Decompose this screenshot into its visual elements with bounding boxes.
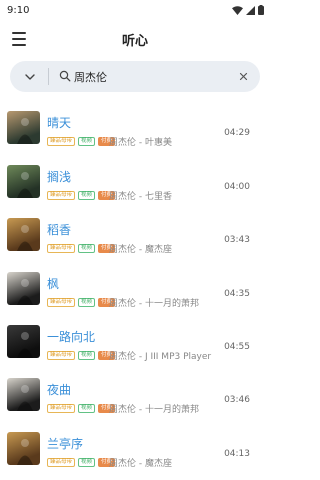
signal-icon: [246, 5, 255, 15]
search-input[interactable]: [74, 66, 224, 87]
video-badge: 视频: [78, 351, 96, 360]
quality-badge: 臻品母带: [47, 404, 76, 413]
song-row[interactable]: 稻香 臻品母带 视频 付费 周杰伦 - 魔杰座 03:43: [0, 218, 270, 270]
song-row[interactable]: 一路向北 臻品母带 视频 付费 周杰伦 - J III MP3 Player 0…: [0, 325, 270, 377]
video-badge: 视频: [78, 458, 96, 467]
song-duration: 04:29: [224, 128, 250, 138]
song-duration: 04:00: [224, 182, 250, 192]
album-art-icon: [17, 225, 33, 251]
album-art-icon: [17, 385, 33, 411]
video-badge: 视频: [78, 298, 96, 307]
status-bar: 9:10: [0, 0, 270, 20]
song-artist-album: 周杰伦 - 魔杰座: [109, 245, 172, 255]
song-row[interactable]: 夜曲 臻品母带 视频 付费 周杰伦 - 十一月的萧邦 03:46: [0, 378, 270, 430]
song-badges: 臻品母带 视频 付费: [47, 137, 116, 146]
video-badge: 视频: [78, 191, 96, 200]
song-title: 一路向北: [47, 330, 96, 344]
search-bar: [10, 61, 260, 92]
chevron-down-icon[interactable]: [24, 71, 36, 83]
album-cover: [7, 432, 40, 465]
album-art-icon: [17, 118, 33, 144]
song-title: 搁浅: [47, 170, 72, 184]
song-badges: 臻品母带 视频 付费: [47, 244, 116, 253]
song-duration: 04:35: [224, 289, 250, 299]
song-title: 夜曲: [47, 383, 72, 397]
song-badges: 臻品母带 视频 付费: [47, 351, 116, 360]
video-badge: 视频: [78, 244, 96, 253]
album-art-icon: [17, 439, 33, 465]
song-artist-album: 周杰伦 - 七里香: [109, 192, 172, 202]
album-art-icon: [17, 279, 33, 305]
song-artist-album: 周杰伦 - 魔杰座: [109, 459, 172, 469]
status-icons: [232, 5, 264, 15]
album-cover: [7, 378, 40, 411]
album-cover: [7, 325, 40, 358]
song-badges: 臻品母带 视频 付费: [47, 191, 116, 200]
quality-badge: 臻品母带: [47, 137, 76, 146]
song-title: 枫: [47, 277, 60, 291]
video-badge: 视频: [78, 404, 96, 413]
wifi-icon: [232, 5, 243, 15]
app-bar: 听心: [0, 20, 270, 58]
song-artist-album: 周杰伦 - 叶惠美: [109, 138, 172, 148]
song-badges: 臻品母带 视频 付费: [47, 458, 116, 467]
song-duration: 04:55: [224, 342, 250, 352]
quality-badge: 臻品母带: [47, 351, 76, 360]
album-art-icon: [17, 332, 33, 358]
close-icon[interactable]: [238, 71, 249, 82]
song-row[interactable]: 搁浅 臻品母带 视频 付费 周杰伦 - 七里香 04:00: [0, 165, 270, 217]
battery-icon: [258, 5, 264, 15]
quality-badge: 臻品母带: [47, 191, 76, 200]
song-duration: 03:43: [224, 235, 250, 245]
song-duration: 04:13: [224, 449, 250, 459]
page-title: 听心: [121, 34, 148, 49]
album-cover: [7, 165, 40, 198]
song-badges: 臻品母带 视频 付费: [47, 404, 116, 413]
song-artist-album: 周杰伦 - J III MP3 Player: [109, 352, 212, 362]
song-title: 晴天: [47, 116, 72, 130]
video-badge: 视频: [78, 137, 96, 146]
album-cover: [7, 111, 40, 144]
song-title: 兰亭序: [47, 437, 84, 451]
album-cover: [7, 218, 40, 251]
song-badges: 臻品母带 视频 付费: [47, 298, 116, 307]
quality-badge: 臻品母带: [47, 458, 76, 467]
album-art-icon: [17, 172, 33, 198]
song-row[interactable]: 兰亭序 臻品母带 视频 付费 周杰伦 - 魔杰座 04:13: [0, 432, 270, 480]
song-row[interactable]: 枫 臻品母带 视频 付费 周杰伦 - 十一月的萧邦 04:35: [0, 272, 270, 324]
album-cover: [7, 272, 40, 305]
song-title: 稻香: [47, 223, 72, 237]
song-duration: 03:46: [224, 395, 250, 405]
song-artist-album: 周杰伦 - 十一月的萧邦: [109, 299, 199, 309]
search-divider: [48, 68, 49, 85]
song-artist-album: 周杰伦 - 十一月的萧邦: [109, 405, 199, 415]
song-row[interactable]: 晴天 臻品母带 视频 付费 周杰伦 - 叶惠美 04:29: [0, 111, 270, 163]
search-icon: [59, 70, 71, 82]
quality-badge: 臻品母带: [47, 244, 76, 253]
status-time: 9:10: [7, 4, 30, 16]
quality-badge: 臻品母带: [47, 298, 76, 307]
